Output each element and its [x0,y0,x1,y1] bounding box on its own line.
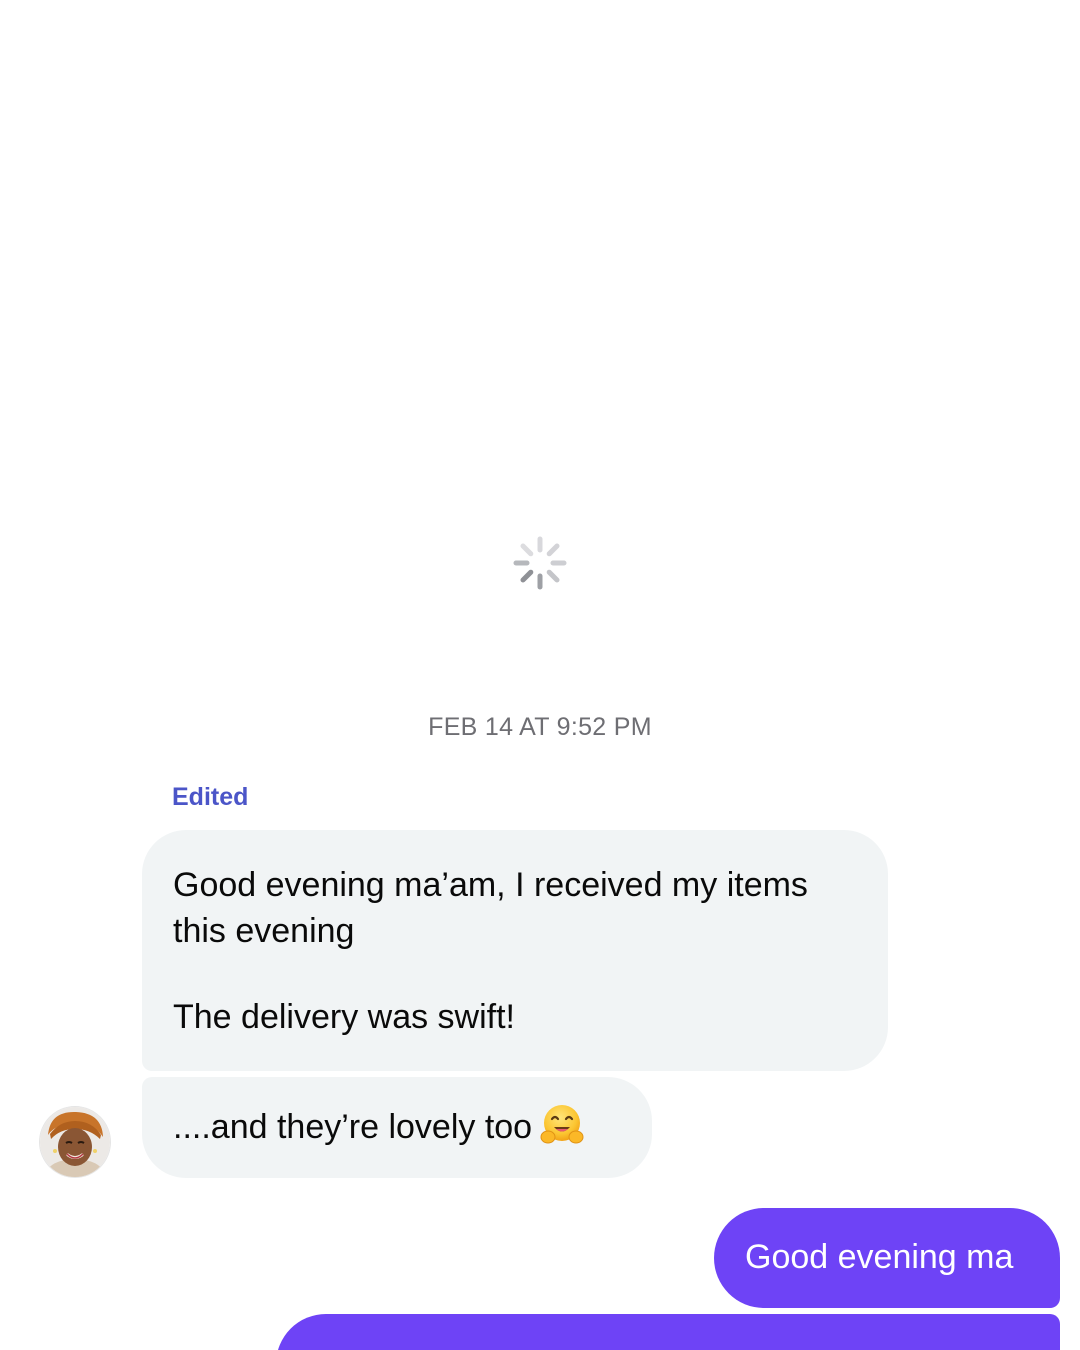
message-timestamp: FEB 14 AT 9:52 PM [428,713,652,741]
outgoing-message-bubble[interactable] [276,1314,1060,1350]
message-text: Good evening ma [745,1238,1014,1276]
message-text: The delivery was swift! [173,998,515,1036]
incoming-message-bubble[interactable]: ....and they’re lovely too [142,1077,652,1178]
edited-label[interactable]: Edited [172,783,248,812]
outgoing-message-bubble[interactable]: Good evening ma [714,1208,1060,1308]
spinner-icon [513,536,567,590]
message-text: Good evening ma’am, I received my items … [173,866,808,950]
chat-screen: FEB 14 AT 9:52 PM Edited Good evening ma… [0,0,1080,1350]
incoming-message-bubble[interactable]: Good evening ma’am, I received my items … [142,830,888,1071]
hugging-face-emoji [540,1105,584,1144]
message-text: ....and they’re lovely too [173,1108,533,1146]
avatar[interactable] [40,1107,110,1177]
avatar-image [40,1107,110,1177]
